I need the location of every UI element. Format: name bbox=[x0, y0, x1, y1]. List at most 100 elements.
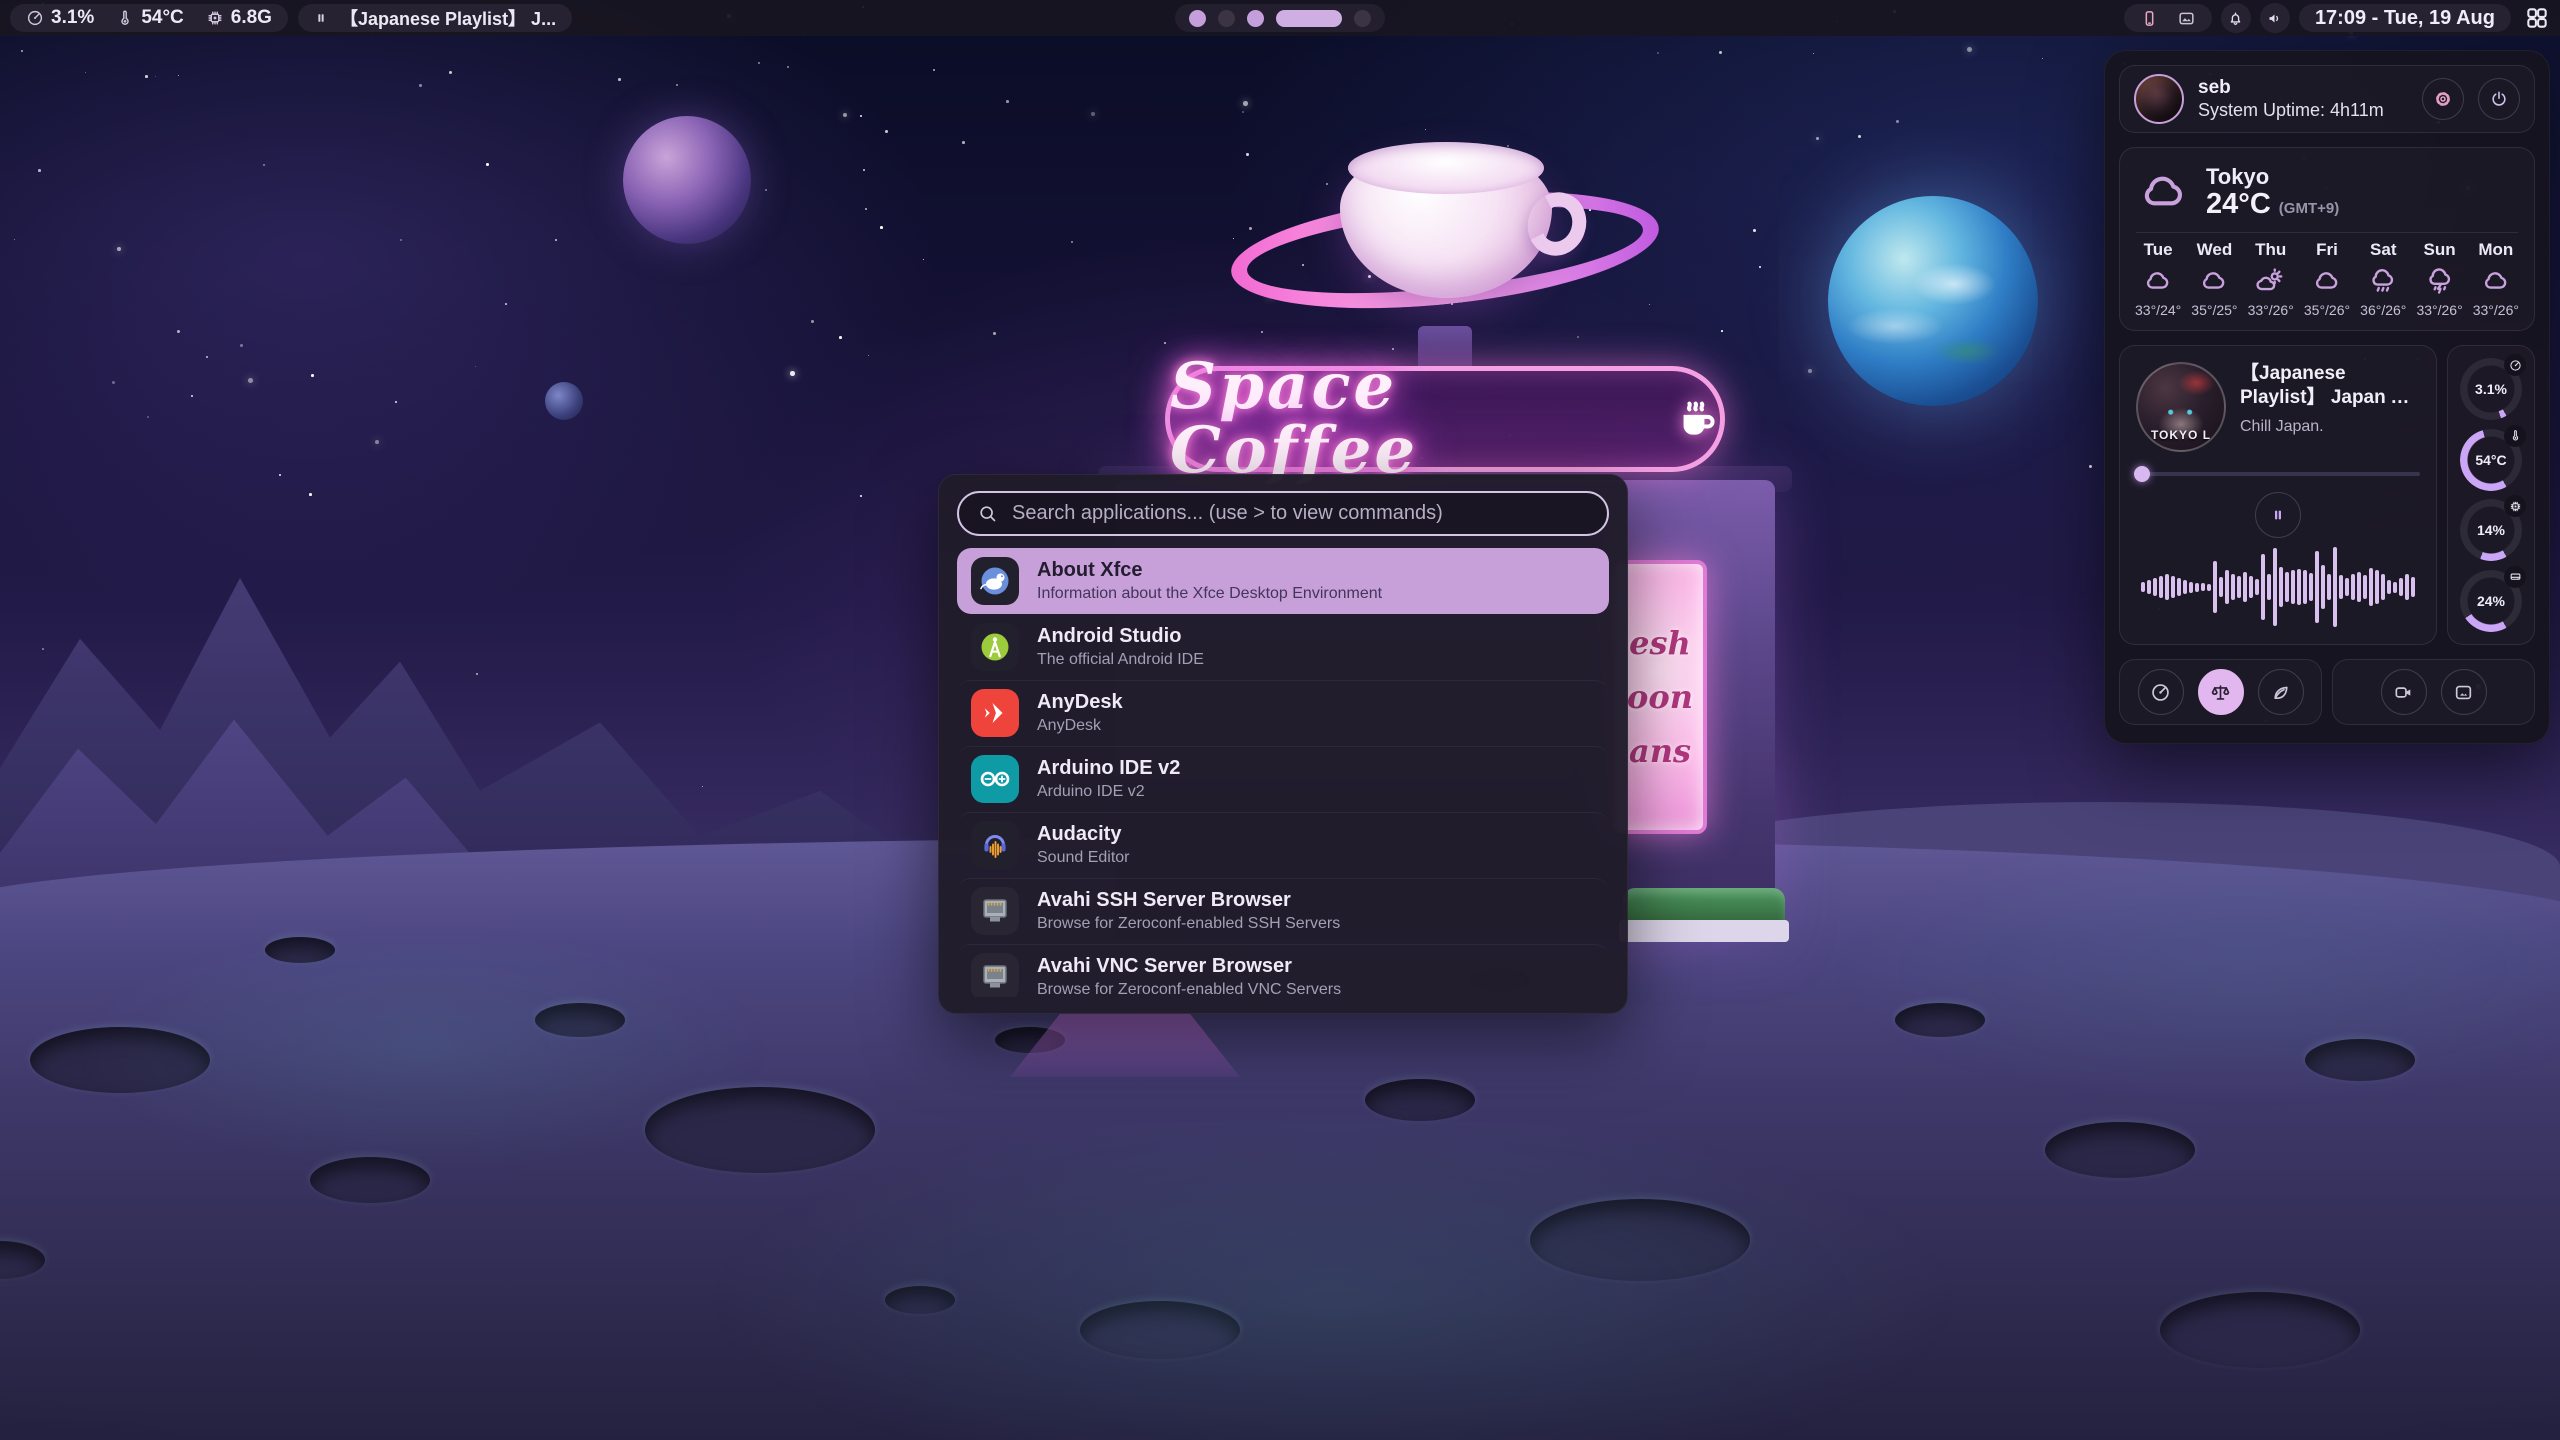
neon-window-text: esh bbox=[1629, 624, 1691, 662]
arduino-app-icon bbox=[971, 755, 1019, 803]
stat-value: 3.1% bbox=[51, 7, 94, 29]
waveform-bar bbox=[2183, 580, 2187, 594]
volume-button[interactable] bbox=[2260, 3, 2290, 33]
app-list-item[interactable]: Android Studio The official Android IDE bbox=[957, 614, 1609, 680]
system-gauge: 24% bbox=[2460, 570, 2522, 632]
stat-value: 6.8G bbox=[231, 7, 272, 29]
cloud-icon bbox=[2312, 266, 2342, 296]
apps-grid-icon[interactable] bbox=[2524, 5, 2550, 31]
forecast-day-name: Wed bbox=[2197, 240, 2233, 260]
forecast-temps: 35°/25° bbox=[2191, 302, 2237, 318]
waveform-bar bbox=[2321, 565, 2325, 609]
app-list-item[interactable]: Avahi SSH Server Browser Browse for Zero… bbox=[957, 878, 1609, 944]
audio-waveform bbox=[2136, 546, 2420, 628]
notifications-button[interactable] bbox=[2221, 3, 2251, 33]
progress-thumb[interactable] bbox=[2134, 466, 2150, 482]
waveform-bar bbox=[2285, 572, 2289, 602]
waveform-bar bbox=[2225, 570, 2229, 604]
search-input[interactable] bbox=[1010, 501, 1589, 526]
workspace-dot-occupied[interactable] bbox=[1189, 10, 1206, 27]
forecast-day-name: Sun bbox=[2424, 240, 2456, 260]
weather-forecast: Tue 33°/24° Wed 35°/25° Thu 33°/26° Fri … bbox=[2120, 233, 2534, 330]
waveform-bar bbox=[2309, 573, 2313, 601]
weather-temperature: 24°C bbox=[2206, 189, 2271, 219]
media-indicator-label: 【Japanese Playlist】 J... bbox=[340, 5, 556, 31]
waveform-bar bbox=[2393, 582, 2397, 593]
pause-icon bbox=[2270, 507, 2286, 523]
waveform-bar bbox=[2381, 574, 2385, 600]
forecast-day: Wed 35°/25° bbox=[2186, 240, 2242, 318]
forecast-day: Sun 33°/26° bbox=[2411, 240, 2467, 318]
video-button[interactable] bbox=[2381, 669, 2427, 715]
app-launcher: About Xfce Information about the Xfce De… bbox=[938, 474, 1628, 1014]
pause-button[interactable] bbox=[2255, 492, 2301, 538]
waveform-bar bbox=[2147, 580, 2151, 594]
media-progress-bar[interactable] bbox=[2136, 466, 2420, 482]
album-art-label: TOKYO L bbox=[2138, 428, 2224, 442]
app-list-item[interactable]: About Xfce Information about the Xfce De… bbox=[957, 548, 1609, 614]
app-list-item[interactable]: Avahi VNC Server Browser Browse for Zero… bbox=[957, 944, 1609, 997]
waveform-bar bbox=[2189, 582, 2193, 593]
power-button[interactable] bbox=[2478, 78, 2520, 120]
app-list-item[interactable]: AnyDesk AnyDesk bbox=[957, 680, 1609, 746]
thermometer-icon bbox=[2509, 429, 2522, 442]
clock[interactable]: 17:09 - Tue, 19 Aug bbox=[2299, 4, 2511, 32]
neon-sign: Space Coffee bbox=[1165, 366, 1725, 472]
phone-icon[interactable] bbox=[2140, 9, 2159, 28]
gauge-icon bbox=[26, 9, 44, 27]
app-list-item[interactable]: Arduino IDE v2 Arduino IDE v2 bbox=[957, 746, 1609, 812]
rain-icon bbox=[2368, 266, 2398, 296]
power-profile-button[interactable] bbox=[2258, 669, 2304, 715]
app-title: Avahi SSH Server Browser bbox=[1037, 888, 1340, 912]
power-profile-button[interactable] bbox=[2198, 669, 2244, 715]
app-description: AnyDesk bbox=[1037, 716, 1123, 736]
sun-cloud-icon bbox=[2256, 266, 2286, 296]
waveform-bar bbox=[2363, 575, 2367, 599]
power-icon bbox=[2489, 89, 2509, 109]
waveform-bar bbox=[2303, 570, 2307, 604]
workspace-dot-occupied[interactable] bbox=[1247, 10, 1264, 27]
app-title: AnyDesk bbox=[1037, 690, 1123, 714]
user-card: seb System Uptime: 4h11m bbox=[2119, 65, 2535, 133]
control-panel: seb System Uptime: 4h11m Tokyo 24°C (GMT… bbox=[2104, 50, 2550, 744]
waveform-bar bbox=[2177, 578, 2181, 596]
screenshot-icon bbox=[2453, 682, 2474, 703]
workspace-dot-empty[interactable] bbox=[1218, 10, 1235, 27]
settings-button[interactable] bbox=[2422, 78, 2464, 120]
app-title: Android Studio bbox=[1037, 624, 1204, 648]
anydesk-app-icon bbox=[971, 689, 1019, 737]
waveform-bar bbox=[2255, 579, 2259, 595]
pause-icon bbox=[314, 11, 328, 25]
media-row: TOKYO L 【Japanese Playlist】 Japan All Ni… bbox=[2119, 345, 2535, 645]
stat-item: 54°C bbox=[116, 7, 183, 29]
system-gauge: 14% bbox=[2460, 499, 2522, 561]
workspace-dot-active[interactable] bbox=[1276, 10, 1342, 27]
panel-bottom-row bbox=[2119, 659, 2535, 725]
waveform-bar bbox=[2207, 584, 2211, 591]
waveform-bar bbox=[2387, 580, 2391, 594]
neon-sign-text: Space Coffee bbox=[1170, 355, 1652, 483]
app-list-item[interactable]: Audacity Sound Editor bbox=[957, 812, 1609, 878]
weather-city: Tokyo bbox=[2206, 164, 2339, 189]
waveform-bar bbox=[2315, 551, 2319, 623]
image-icon[interactable] bbox=[2177, 9, 2196, 28]
forecast-day: Sat 36°/26° bbox=[2355, 240, 2411, 318]
power-profile-button[interactable] bbox=[2138, 669, 2184, 715]
chip-icon bbox=[206, 9, 224, 27]
gauge-icon bbox=[2509, 359, 2522, 372]
screenshot-button[interactable] bbox=[2441, 669, 2487, 715]
waveform-bar bbox=[2369, 568, 2373, 606]
waveform-bar bbox=[2159, 576, 2163, 598]
cloud-icon bbox=[2199, 266, 2229, 296]
media-indicator-pill[interactable]: 【Japanese Playlist】 J... bbox=[298, 4, 572, 32]
waveform-bar bbox=[2219, 577, 2223, 597]
scales-icon bbox=[2210, 682, 2231, 703]
waveform-bar bbox=[2195, 583, 2199, 592]
waveform-bar bbox=[2165, 574, 2169, 600]
top-bar: 3.1% 54°C 6.8G 【Japanese Playlist】 J... … bbox=[0, 0, 2560, 36]
forecast-temps: 33°/26° bbox=[2416, 302, 2462, 318]
workspace-dot-empty[interactable] bbox=[1354, 10, 1371, 27]
waveform-bar bbox=[2153, 578, 2157, 596]
avahi-app-icon bbox=[971, 953, 1019, 997]
waveform-bar bbox=[2279, 567, 2283, 607]
